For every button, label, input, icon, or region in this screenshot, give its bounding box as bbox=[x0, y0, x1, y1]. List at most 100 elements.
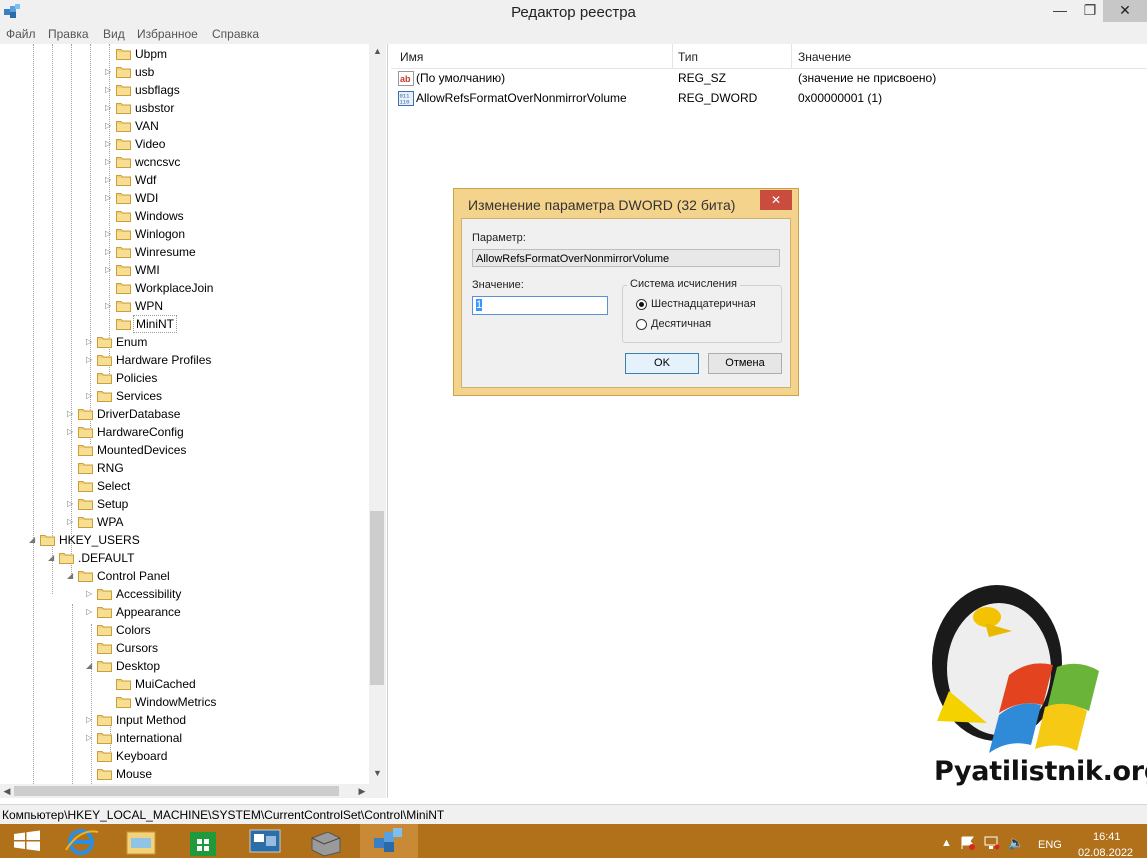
collapsed-arrow-icon[interactable]: ▷ bbox=[105, 261, 113, 279]
tree-item-label: Keyboard bbox=[116, 749, 168, 763]
hex-radio[interactable] bbox=[636, 299, 647, 310]
column-value[interactable]: Значение bbox=[798, 50, 851, 64]
folder-icon bbox=[78, 445, 93, 456]
folder-icon bbox=[59, 553, 74, 564]
expanded-arrow-icon[interactable]: ◢ bbox=[67, 567, 75, 585]
tree-item-label: Winlogon bbox=[135, 227, 186, 241]
menu-view[interactable]: Вид bbox=[103, 27, 125, 41]
folder-icon bbox=[97, 715, 112, 726]
language-indicator[interactable]: ENG bbox=[1038, 839, 1062, 851]
tree-item-label: Windows bbox=[135, 209, 184, 223]
tree-item-label: Wdf bbox=[135, 173, 157, 187]
taskbar-explorer[interactable] bbox=[114, 824, 168, 858]
folder-icon bbox=[116, 265, 131, 276]
regedit-icon bbox=[374, 828, 402, 852]
collapsed-arrow-icon[interactable]: ▷ bbox=[67, 423, 75, 441]
collapsed-arrow-icon[interactable]: ▷ bbox=[67, 513, 75, 531]
maximize-button[interactable]: ❐ bbox=[1076, 0, 1104, 22]
dec-radio[interactable] bbox=[636, 319, 647, 330]
collapsed-arrow-icon[interactable]: ▷ bbox=[86, 729, 94, 747]
menu-file[interactable]: Файл bbox=[6, 27, 36, 41]
taskbar-ie[interactable] bbox=[54, 824, 108, 858]
scroll-down-arrow-icon[interactable]: ▼ bbox=[369, 768, 386, 778]
tree-item-label: WMI bbox=[135, 263, 160, 277]
collapsed-arrow-icon[interactable]: ▷ bbox=[105, 243, 113, 261]
tree-item-label: RNG bbox=[97, 461, 124, 475]
collapsed-arrow-icon[interactable]: ▷ bbox=[105, 99, 113, 117]
collapsed-arrow-icon[interactable]: ▷ bbox=[105, 153, 113, 171]
window-title: Редактор реестра bbox=[511, 4, 636, 21]
folder-icon bbox=[78, 517, 93, 528]
minimize-button[interactable]: — bbox=[1046, 0, 1074, 22]
collapsed-arrow-icon[interactable]: ▷ bbox=[86, 333, 94, 351]
tree-item-label: WDI bbox=[135, 191, 159, 205]
value-input[interactable]: 1 bbox=[472, 296, 608, 315]
dec-radio-label[interactable]: Десятичная bbox=[651, 318, 711, 330]
expanded-arrow-icon[interactable]: ◢ bbox=[29, 531, 37, 549]
collapsed-arrow-icon[interactable]: ▷ bbox=[105, 297, 113, 315]
tree-item-label: International bbox=[116, 731, 183, 745]
start-button[interactable] bbox=[0, 824, 54, 858]
dialog-title: Изменение параметра DWORD (32 бита) bbox=[468, 197, 736, 213]
taskbar-server-manager[interactable] bbox=[298, 824, 352, 858]
tree-hscroll-thumb[interactable] bbox=[14, 786, 339, 796]
hex-radio-label[interactable]: Шестнадцатеричная bbox=[651, 298, 756, 310]
scroll-up-arrow-icon[interactable]: ▲ bbox=[369, 46, 386, 56]
tree-scroll-thumb[interactable] bbox=[370, 511, 384, 685]
registry-tree[interactable]: Ubpm ▷ usb ▷ usbflags ▷ usbstor ▷ VAN ▷ Video ▷ wcnc… bbox=[0, 44, 388, 798]
cancel-button[interactable]: Отмена bbox=[708, 353, 782, 374]
collapsed-arrow-icon[interactable]: ▷ bbox=[86, 351, 94, 369]
expanded-arrow-icon[interactable]: ◢ bbox=[86, 657, 94, 675]
show-hidden-icons-icon[interactable]: ▲ bbox=[941, 837, 952, 849]
tree-guide-line bbox=[90, 44, 91, 444]
collapsed-arrow-icon[interactable]: ▷ bbox=[67, 405, 75, 423]
menu-edit[interactable]: Правка bbox=[48, 27, 89, 41]
collapsed-arrow-icon[interactable]: ▷ bbox=[67, 495, 75, 513]
collapsed-arrow-icon[interactable]: ▷ bbox=[105, 117, 113, 135]
dialog-close-button[interactable]: ✕ bbox=[760, 190, 792, 210]
collapsed-arrow-icon[interactable]: ▷ bbox=[105, 81, 113, 99]
collapsed-arrow-icon[interactable]: ▷ bbox=[86, 711, 94, 729]
tree-item-label: WPN bbox=[135, 299, 163, 313]
collapsed-arrow-icon[interactable]: ▷ bbox=[105, 189, 113, 207]
server-manager-icon bbox=[311, 831, 341, 857]
action-center-icon[interactable] bbox=[960, 836, 976, 850]
menu-help[interactable]: Справка bbox=[212, 27, 259, 41]
collapsed-arrow-icon[interactable]: ▷ bbox=[86, 603, 94, 621]
menu-favorites[interactable]: Избранное bbox=[137, 27, 198, 41]
collapsed-arrow-icon[interactable]: ▷ bbox=[105, 63, 113, 81]
collapsed-arrow-icon[interactable]: ▷ bbox=[105, 135, 113, 153]
folder-icon bbox=[116, 319, 131, 330]
ok-button[interactable]: OK bbox=[625, 353, 699, 374]
expanded-arrow-icon[interactable]: ◢ bbox=[48, 549, 56, 567]
column-divider[interactable] bbox=[791, 44, 792, 68]
network-icon[interactable] bbox=[984, 836, 1000, 850]
tree-item-label: Cursors bbox=[116, 641, 159, 655]
param-label: Параметр: bbox=[472, 232, 526, 244]
column-type[interactable]: Тип bbox=[678, 50, 698, 64]
collapsed-arrow-icon[interactable]: ▷ bbox=[105, 171, 113, 189]
taskbar: ▲ 🔈 ENG 16:41 02.08.2022 bbox=[0, 824, 1147, 859]
list-row-default[interactable]: ab (По умолчанию) REG_SZ (значение не пр… bbox=[391, 69, 1147, 88]
close-button[interactable]: ✕ bbox=[1103, 0, 1147, 22]
taskbar-regedit[interactable] bbox=[360, 824, 418, 858]
list-row-allowrefs[interactable]: 011 110 AllowRefsFormatOverNonmirrorVolu… bbox=[391, 89, 1147, 108]
column-name[interactable]: Имя bbox=[400, 50, 423, 64]
scroll-right-arrow-icon[interactable]: ▶ bbox=[355, 784, 369, 798]
value-label: Значение: bbox=[472, 279, 524, 291]
tree-horizontal-scrollbar[interactable]: ◀ ▶ bbox=[0, 784, 369, 798]
taskbar-store[interactable] bbox=[176, 824, 230, 858]
tree-vertical-scrollbar[interactable]: ▲ ▼ bbox=[369, 44, 386, 784]
taskbar-remote-desktop[interactable] bbox=[238, 824, 292, 858]
scroll-left-arrow-icon[interactable]: ◀ bbox=[0, 784, 14, 798]
internet-explorer-icon bbox=[65, 829, 99, 855]
folder-icon bbox=[97, 625, 112, 636]
collapsed-arrow-icon[interactable]: ▷ bbox=[86, 387, 94, 405]
collapsed-arrow-icon[interactable]: ▷ bbox=[86, 585, 94, 603]
clock-date[interactable]: 02.08.2022 bbox=[1078, 847, 1133, 859]
volume-icon[interactable]: 🔈 bbox=[1008, 835, 1024, 851]
collapsed-arrow-icon[interactable]: ▷ bbox=[105, 225, 113, 243]
clock-time[interactable]: 16:41 bbox=[1093, 831, 1121, 843]
value-type: REG_SZ bbox=[678, 71, 727, 85]
column-divider[interactable] bbox=[672, 44, 673, 68]
